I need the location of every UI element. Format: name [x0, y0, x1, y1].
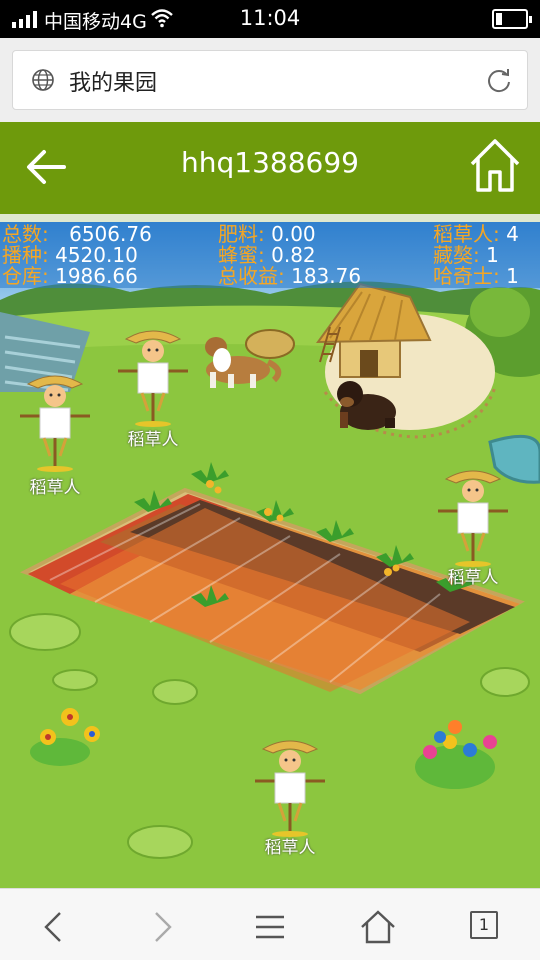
scarecrow-label: 稻草人 — [447, 568, 499, 588]
stat-row: 蜂蜜: 0.82 — [218, 245, 361, 266]
globe-icon — [32, 69, 54, 91]
stat-label: 仓库: — [2, 264, 49, 288]
home-nav-icon[interactable] — [358, 907, 398, 947]
stat-value: 1 — [506, 264, 519, 288]
username-title: hhq1388699 — [181, 146, 359, 179]
battery-icon — [492, 9, 532, 29]
scarecrow-2[interactable]: 稻草人 — [20, 372, 90, 498]
scarecrow-icon — [118, 330, 188, 427]
menu-icon[interactable] — [250, 907, 290, 947]
scarecrow-icon — [20, 375, 90, 472]
app-root: 中国移动4G 11:04 我的果园 hhq1388699 总数: 6506.76… — [0, 0, 540, 960]
stat-value: 1986.66 — [55, 264, 138, 288]
tabs-button[interactable]: 1 — [470, 911, 498, 939]
farm-scene[interactable]: 总数: 6506.76 播种: 4520.10 仓库: 1986.66 肥料: … — [0, 222, 540, 888]
stat-label: 总收益: — [218, 264, 285, 288]
stats-column-2: 肥料: 0.00 蜂蜜: 0.82 总收益: 183.76 — [218, 224, 361, 287]
stats-column-1: 总数: 6506.76 播种: 4520.10 仓库: 1986.66 — [2, 224, 152, 287]
stats-column-3: 稻草人: 4 藏獒: 1 哈奇士: 1 — [433, 224, 519, 287]
status-bar: 中国移动4G 11:04 — [0, 0, 540, 38]
stat-row: 哈奇士: 1 — [433, 266, 519, 287]
scarecrow-1[interactable]: 稻草人 — [118, 327, 188, 450]
scarecrow-icon — [438, 470, 508, 567]
scarecrow-label: 稻草人 — [29, 478, 81, 498]
home-icon[interactable] — [468, 136, 522, 194]
scarecrow-icon — [255, 740, 325, 837]
stat-value: 183.76 — [291, 264, 362, 288]
scarecrow-label: 稻草人 — [127, 430, 179, 450]
scarecrow-4[interactable]: 稻草人 — [255, 737, 325, 858]
forward-icon[interactable] — [142, 907, 182, 947]
stat-row: 肥料: 0.00 — [218, 224, 361, 245]
reload-icon[interactable] — [485, 66, 513, 94]
stat-row: 仓库: 1986.66 — [2, 266, 152, 287]
stat-row: 总收益: 183.76 — [218, 266, 361, 287]
page-title: 我的果园 — [69, 71, 158, 96]
scarecrow-label: 稻草人 — [264, 838, 316, 858]
url-field[interactable]: 我的果园 — [12, 50, 528, 110]
browser-toolbar: 1 — [0, 888, 540, 960]
back-icon[interactable] — [34, 907, 74, 947]
header-divider — [0, 214, 540, 222]
app-header: hhq1388699 — [0, 122, 540, 214]
stat-row: 稻草人: 4 — [433, 224, 519, 245]
stats-panel: 总数: 6506.76 播种: 4520.10 仓库: 1986.66 肥料: … — [0, 222, 540, 288]
stat-row: 总数: 6506.76 — [2, 224, 152, 245]
scarecrow-3[interactable]: 稻草人 — [438, 467, 508, 588]
clock: 11:04 — [239, 6, 301, 30]
stat-value: 4 — [506, 222, 519, 246]
stat-row: 藏獒: 1 — [433, 245, 519, 266]
stat-label: 哈奇士: — [433, 264, 500, 288]
stat-row: 播种: 4520.10 — [2, 245, 152, 266]
browser-address-bar: 我的果园 — [0, 38, 540, 122]
